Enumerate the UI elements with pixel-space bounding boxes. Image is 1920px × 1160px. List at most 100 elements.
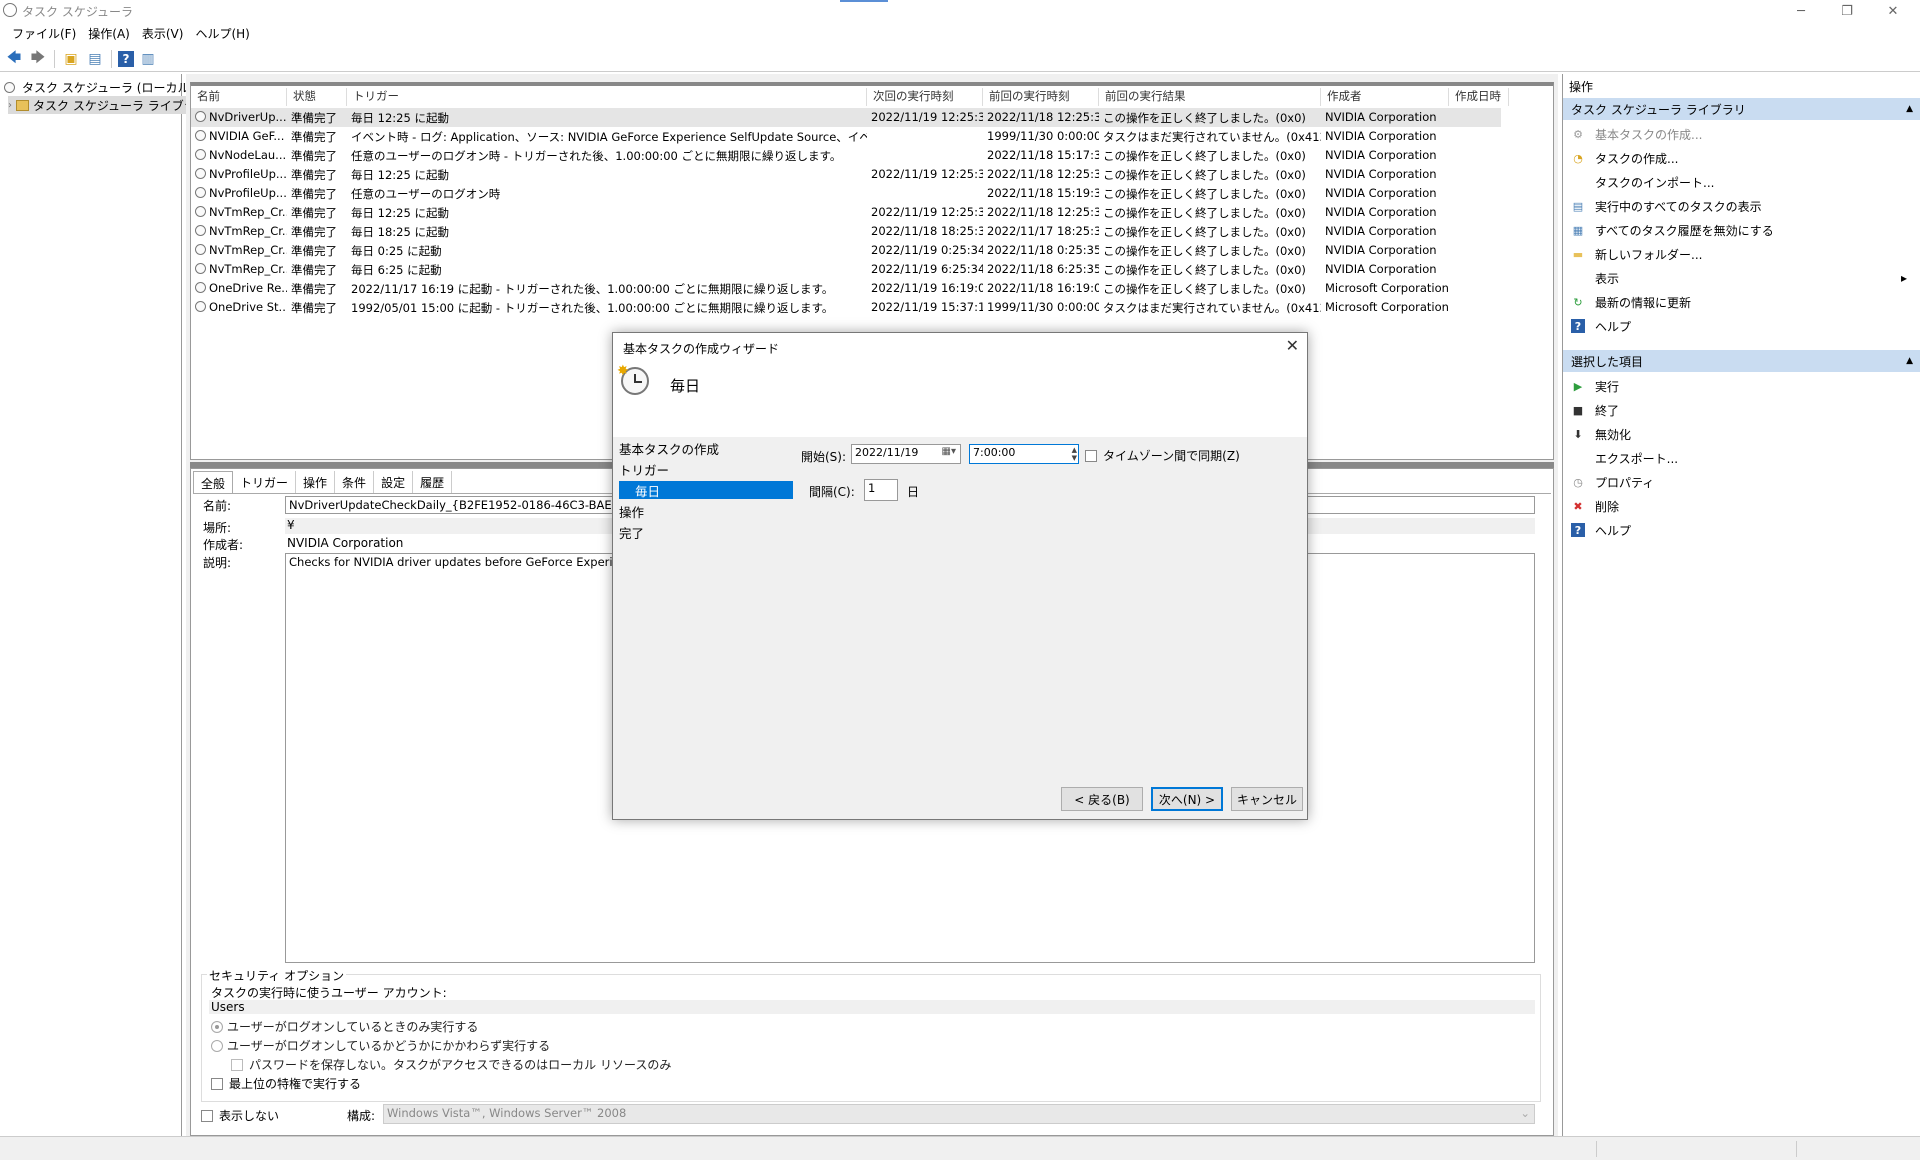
close-icon[interactable]: ✕	[1286, 336, 1299, 355]
col-next-run[interactable]: 次回の実行時刻	[867, 88, 983, 106]
tree-library-label: タスク スケジューラ ライブラリ	[33, 98, 208, 113]
action-sel-5[interactable]: ✖ 削除	[1571, 494, 1911, 518]
submenu-arrow-icon: ▸	[1900, 271, 1907, 285]
col-last-result[interactable]: 前回の実行結果	[1099, 88, 1321, 106]
menu-file[interactable]: ファイル(F)	[12, 25, 76, 42]
toolbar-separator	[54, 49, 55, 68]
checkbox-sync-timezone[interactable]: タイムゾーン間で同期(Z)	[1085, 447, 1240, 464]
running-tasks-icon: ▤	[1572, 199, 1584, 213]
radio-logged-on-label: ユーザーがログオンしているときのみ実行する	[227, 1020, 479, 1034]
spin-icon[interactable]: ▲ ▼	[1072, 446, 1077, 462]
action-lib-0[interactable]: ⚙ 基本タスクの作成...	[1571, 122, 1911, 146]
forward-arrow-icon[interactable]: 🡆	[28, 49, 48, 69]
menu-help[interactable]: ヘルプ(H)	[195, 25, 249, 42]
col-last-run[interactable]: 前回の実行時刻	[983, 88, 1099, 106]
cell-name: NvTmRep_Cr...	[191, 205, 287, 219]
help-icon[interactable]: ?	[118, 50, 134, 67]
table-row[interactable]: NvTmRep_Cr... 準備完了 毎日 18:25 に起動 2022/11/18 …	[191, 222, 1501, 241]
action-lib-2[interactable]: タスクのインポート...	[1571, 170, 1911, 194]
action-lib-6[interactable]: 表示 ▸	[1571, 266, 1911, 290]
table-row[interactable]: OneDrive Re... 準備完了 2022/11/17 16:19 に起動 -…	[191, 279, 1501, 298]
radio-whether-logged-on[interactable]: ユーザーがログオンしているかどうかにかかわらず実行する	[211, 1037, 550, 1054]
col-author[interactable]: 作成者	[1321, 88, 1449, 106]
table-row[interactable]: OneDrive St... 準備完了 1992/05/01 15:00 に起動 -…	[191, 298, 1501, 317]
section-selected-label: 選択した項目	[1571, 354, 1644, 369]
menu-view[interactable]: 表示(V)	[142, 25, 184, 42]
section-library[interactable]: タスク スケジューラ ライブラリ ▲	[1563, 98, 1920, 120]
tree-root[interactable]: タスク スケジューラ (ローカル)	[4, 78, 194, 96]
action-lib-4[interactable]: ▦ すべてのタスク履歴を無効にする	[1571, 218, 1911, 242]
task-clock-icon	[195, 130, 206, 141]
start-date-value: 2022/11/19	[855, 446, 919, 459]
checkbox-hidden[interactable]: 表示しない	[201, 1107, 279, 1124]
cell-result: この操作を正しく終了しました。(0x0)	[1103, 187, 1306, 201]
folder-up-icon[interactable]: ▣	[61, 49, 81, 69]
action-label: 無効化	[1595, 427, 1632, 442]
col-created[interactable]: 作成日時	[1449, 88, 1509, 106]
action-sel-3[interactable]: エクスポート...	[1571, 446, 1911, 470]
back-arrow-icon[interactable]: 🡄	[4, 49, 24, 69]
action-sel-0[interactable]: ▶ 実行	[1571, 374, 1911, 398]
checkbox-no-password[interactable]: パスワードを保存しない。タスクがアクセスできるのはローカル リソースのみ	[231, 1056, 671, 1073]
start-label: 開始(S):	[801, 450, 847, 464]
cell-name-text: NvProfileUp...	[209, 167, 287, 181]
start-time-field[interactable]: 7:00:00 ▲ ▼	[969, 444, 1079, 464]
close-icon[interactable]: ✕	[1870, 0, 1916, 22]
back-button[interactable]: < 戻る(B)	[1061, 787, 1143, 811]
table-row[interactable]: NvTmRep_Cr... 準備完了 毎日 0:25 に起動 2022/11/19 0…	[191, 241, 1501, 260]
action-lib-8[interactable]: ? ヘルプ	[1571, 314, 1911, 338]
tab-general[interactable]: 全般	[193, 471, 234, 493]
col-trigger[interactable]: トリガー	[347, 88, 867, 106]
collapse-icon[interactable]: ▲	[1906, 356, 1913, 366]
table-row[interactable]: NvNodeLau... 準備完了 任意のユーザーのログオン時 - トリガーされた後…	[191, 146, 1501, 165]
table-row[interactable]: NvProfileUp... 準備完了 任意のユーザーのログオン時 2022/11/1…	[191, 184, 1501, 203]
task-clock-icon	[195, 244, 206, 255]
tab-conditions[interactable]: 条件	[335, 471, 375, 493]
action-pane-icon[interactable]: ▥	[138, 49, 158, 69]
action-sel-1[interactable]: ■ 終了	[1571, 398, 1911, 422]
action-lib-3[interactable]: ▤ 実行中のすべてのタスクの表示	[1571, 194, 1911, 218]
tab-actions[interactable]: 操作	[296, 471, 336, 493]
action-label: 実行	[1595, 379, 1620, 394]
table-row[interactable]: NvTmRep_Cr... 準備完了 毎日 12:25 に起動 2022/11/19 …	[191, 203, 1501, 222]
next-button[interactable]: 次へ(N) >	[1151, 787, 1223, 811]
col-status[interactable]: 状態	[287, 88, 347, 106]
action-lib-7[interactable]: ↻ 最新の情報に更新	[1571, 290, 1911, 314]
start-date-picker[interactable]: 2022/11/19 ▦▾	[851, 444, 961, 464]
tab-history[interactable]: 履歴	[413, 471, 453, 493]
checkbox-highest[interactable]: 最上位の特権で実行する	[211, 1075, 361, 1092]
blank-icon	[1571, 175, 1585, 189]
action-sel-6[interactable]: ? ヘルプ	[1571, 518, 1911, 542]
cancel-button[interactable]: キャンセル	[1231, 787, 1303, 811]
menu-action[interactable]: 操作(A)	[88, 25, 130, 42]
console-tree-icon[interactable]: ▤	[85, 49, 105, 69]
action-sel-4[interactable]: ◷ プロパティ	[1571, 470, 1911, 494]
restore-icon[interactable]: ❐	[1824, 0, 1870, 22]
cell-trigger: 毎日 12:25 に起動	[351, 206, 449, 220]
section-selected[interactable]: 選択した項目 ▲	[1563, 350, 1920, 372]
table-row[interactable]: NvTmRep_Cr... 準備完了 毎日 6:25 に起動 2022/11/19 6…	[191, 260, 1501, 279]
folder-icon: ▬	[1572, 247, 1584, 261]
action-lib-1[interactable]: ◔ タスクの作成...	[1571, 146, 1911, 170]
action-lib-5[interactable]: ▬ 新しいフォルダー...	[1571, 242, 1911, 266]
interval-input[interactable]: 1	[864, 479, 898, 501]
tab-settings[interactable]: 設定	[374, 471, 414, 493]
table-row[interactable]: NvProfileUp... 準備完了 毎日 12:25 に起動 2022/11/19…	[191, 165, 1501, 184]
detail-tabs: 全般 トリガー 操作 条件 設定 履歴	[193, 471, 453, 493]
config-select[interactable]: Windows Vista™, Windows Server™ 2008 ⌄	[383, 1104, 1535, 1124]
action-sel-2[interactable]: ⬇ 無効化	[1571, 422, 1911, 446]
table-row[interactable]: NVIDIA GeF... 準備完了 イベント時 - ログ: Application…	[191, 127, 1501, 146]
tree-library[interactable]: › タスク スケジューラ ライブラリ	[8, 96, 212, 114]
tab-triggers[interactable]: トリガー	[233, 471, 297, 493]
action-label: すべてのタスク履歴を無効にする	[1595, 223, 1774, 238]
basic-task-wizard-dialog: 基本タスクの作成ウィザード ✕ ✸ 毎日 基本タスクの作成 トリガー 毎日 操作…	[612, 332, 1308, 820]
radio-logged-on[interactable]: ユーザーがログオンしているときのみ実行する	[211, 1018, 478, 1035]
task-clock-icon	[195, 282, 206, 293]
chevron-right-icon[interactable]: ›	[8, 100, 12, 111]
collapse-icon[interactable]: ▲	[1906, 104, 1913, 114]
minimize-icon[interactable]: ─	[1778, 0, 1824, 22]
col-name[interactable]: 名前	[191, 88, 287, 106]
table-row[interactable]: NvDriverUp... 準備完了 毎日 12:25 に起動 2022/11/19 …	[191, 108, 1501, 127]
cell-last: 2022/11/18 15:19:35	[987, 186, 1099, 200]
calendar-dropdown-icon[interactable]: ▦▾	[942, 446, 956, 457]
